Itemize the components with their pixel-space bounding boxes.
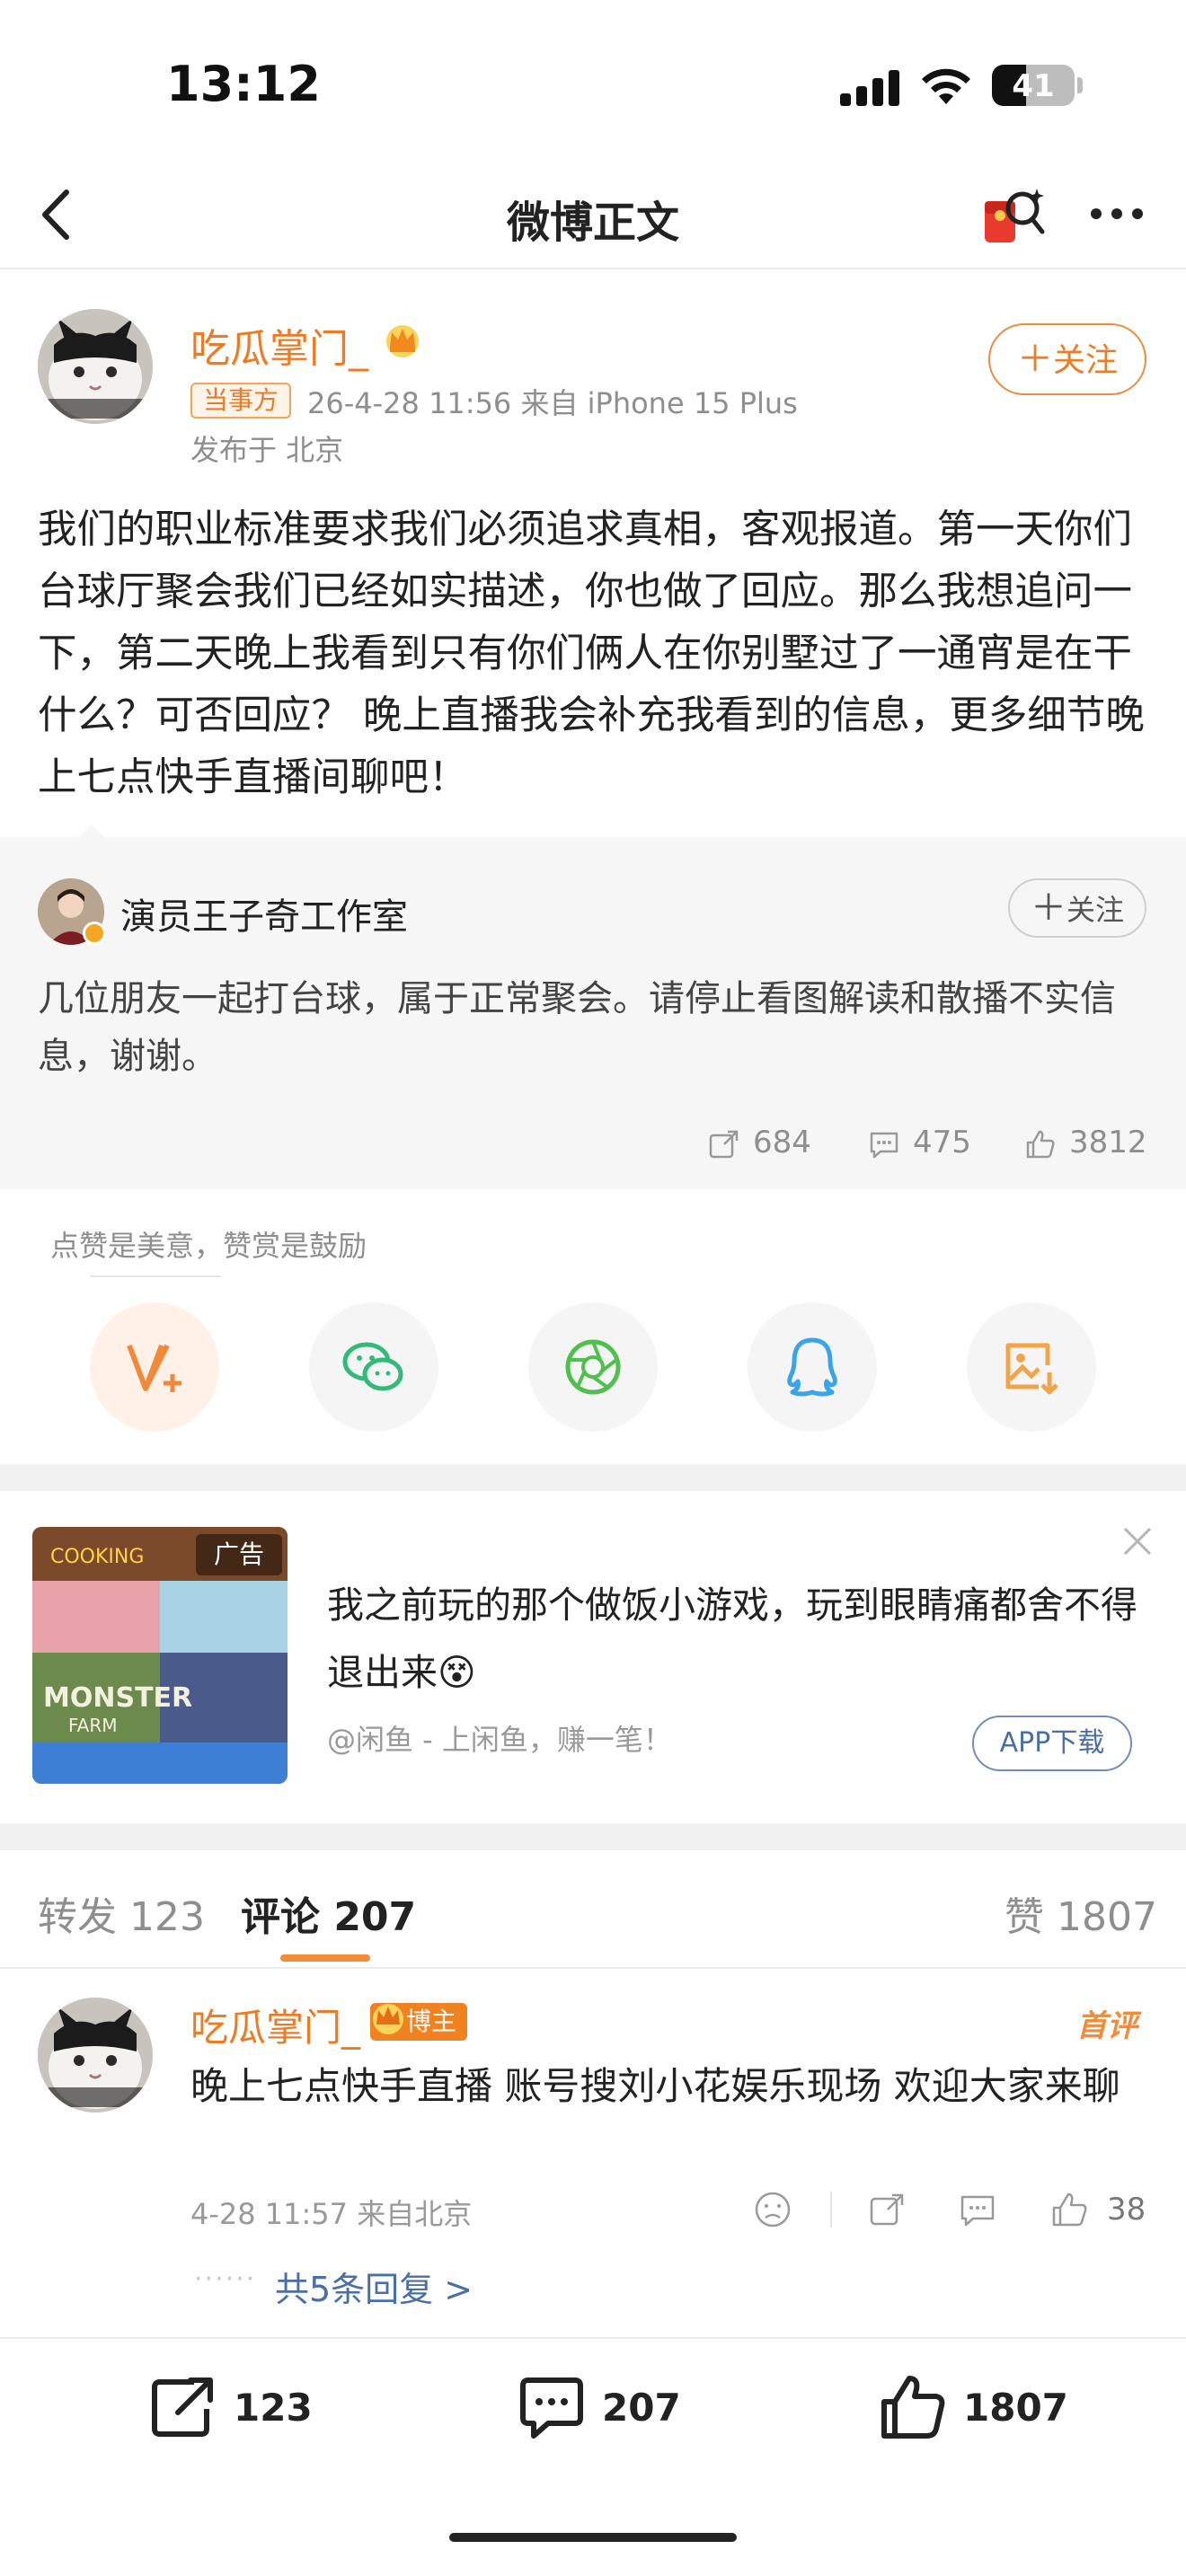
wechat-icon [342,1342,403,1391]
status-time: 13:12 [166,56,321,112]
author-name[interactable]: 吃瓜掌门_ [190,316,368,374]
repost-icon[interactable] [708,1128,740,1160]
cat-avatar-image [38,309,153,424]
section-divider [0,1464,1186,1491]
crown-badge-icon [373,2004,403,2034]
share-wechat-button[interactable] [309,1302,438,1432]
plus-icon: ＋ [1016,339,1053,380]
share-moments-button[interactable] [528,1302,658,1432]
verified-badge-icon [83,922,106,945]
cellular-signal-icon [840,68,899,106]
quoted-post-text: 几位朋友一起打台球，属于正常聚会。请停止看图解读和散播不实信息，谢谢。 [38,978,1116,1077]
reply-icon[interactable] [958,2190,997,2229]
tab-divider [0,1967,1186,1969]
post-meta: 26-4-28 11:56 来自 iPhone 15 Plus [307,386,798,420]
icon-separator [830,2192,832,2228]
quoted-follow-button[interactable]: ＋关注 [1008,878,1146,938]
view-replies-link[interactable]: 共5条回复 > [275,2262,473,2311]
svg-text:FARM: FARM [68,1715,118,1736]
cat-avatar-image [38,1998,153,2113]
comment-author-name[interactable]: 吃瓜掌门_ [190,1998,360,2052]
like-icon[interactable] [1024,1128,1057,1160]
plus-icon: ＋ [1030,887,1067,929]
bottom-bar-divider [0,2337,1186,2339]
status-bar: 13:12 41 [0,0,1186,171]
red-packet-search-icon[interactable] [978,181,1049,253]
tab-reposts[interactable]: 转发 123 [38,1884,205,1942]
app-download-button[interactable]: APP下载 [972,1716,1132,1771]
ad-tag: 广告 [196,1534,282,1575]
quote-arrow [77,825,106,839]
emoji-reaction-icon[interactable] [753,2190,792,2229]
nav-bar: 微博正文 [0,171,1186,269]
party-tag: 当事方 [190,383,292,419]
follow-label: 关注 [1066,893,1124,927]
battery-icon: 41 [992,65,1075,106]
section-divider [0,1823,1186,1850]
svg-text:MONSTER: MONSTER [43,1682,192,1714]
comment-like-count[interactable]: 38 [1107,2192,1146,2228]
bottom-comment-count: 207 [602,2386,681,2430]
comment-icon[interactable] [868,1128,900,1160]
quoted-like-count[interactable]: 3812 [1069,1125,1147,1160]
like-icon [881,2376,945,2439]
reward-button[interactable] [90,1302,219,1432]
close-icon[interactable] [1120,1523,1155,1559]
wifi-icon [922,68,970,104]
crown-badge-icon [386,325,419,357]
quoted-comment-count[interactable]: 475 [913,1125,971,1160]
more-icon[interactable] [1085,187,1148,241]
follow-label: 关注 [1052,342,1118,379]
tab-likes[interactable]: 赞 1807 [1005,1884,1157,1942]
post-location: 发布于 北京 [190,433,344,467]
bottom-repost-count: 123 [234,2386,313,2430]
follow-button[interactable]: ＋关注 [988,323,1146,395]
save-image-button[interactable] [967,1302,1096,1432]
svg-text:COOKING: COOKING [50,1546,144,1568]
battery-percent: 41 [1012,68,1055,104]
hint-underline [90,1275,221,1277]
battery-cap [1077,77,1083,93]
bottom-like-count: 1807 [963,2386,1068,2430]
tab-indicator [280,1954,370,1962]
comment-icon [520,2378,583,2439]
ad-source: @闲鱼 - 上闲鱼，赚一笔！ [327,1723,672,1757]
comment-text: 晚上七点快手直播 账号搜刘小花娱乐现场 欢迎大家来聊 [190,2064,1120,2108]
save-image-icon [1005,1343,1058,1395]
repost-icon [152,2378,213,2437]
first-comment-badge: 首评 [1076,2008,1137,2044]
like-icon[interactable] [1049,2190,1089,2229]
post-body: 我们的职业标准要求我们必须追求真相，客观报道。第一天你们台球厅聚会我们已经如实描… [38,507,1145,800]
reply-dots: ······ [194,2263,257,2295]
repost-icon[interactable] [868,2190,907,2229]
comment-meta: 4-28 11:57 来自北京 [190,2197,473,2231]
reward-v-plus-icon [127,1344,181,1392]
reward-hint: 点赞是美意，赞赏是鼓励 [50,1229,367,1263]
comment-avatar[interactable] [38,1998,153,2113]
quoted-repost-count[interactable]: 684 [753,1125,811,1160]
quoted-author-name[interactable]: 演员王子奇工作室 [120,887,408,940]
home-indicator [449,2533,737,2542]
tab-comments[interactable]: 评论 207 [241,1884,416,1942]
share-qq-button[interactable] [748,1302,877,1432]
moments-shutter-icon [565,1339,621,1395]
ad-text[interactable]: 我之前玩的那个做饭小游戏，玩到眼睛痛都舍不得退出来😵 [327,1572,1146,1707]
author-avatar[interactable] [38,309,153,424]
qq-penguin-icon [787,1337,837,1397]
